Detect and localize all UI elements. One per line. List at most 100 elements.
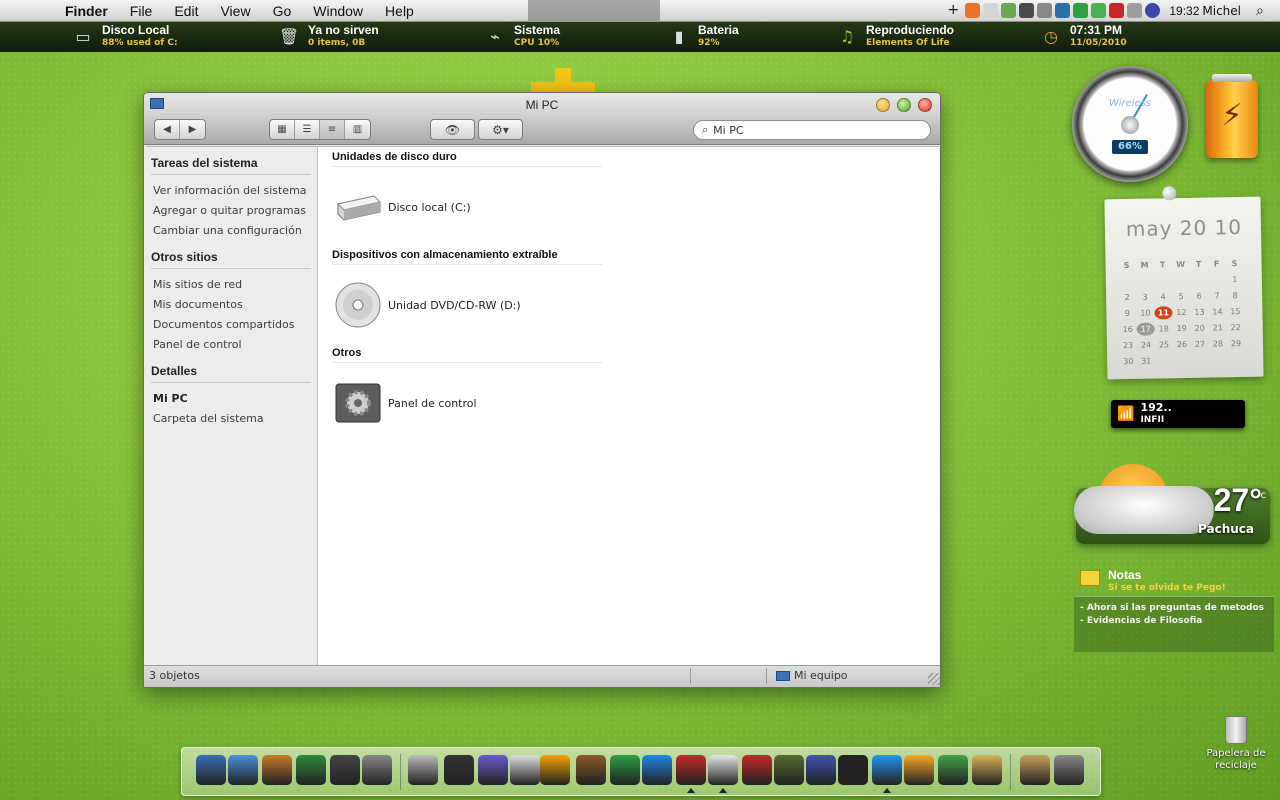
calendar-day[interactable]: 27 (1191, 338, 1209, 351)
chrome-icon[interactable] (610, 755, 640, 785)
calendar-day[interactable]: 5 (1172, 290, 1190, 303)
sidebar-item-network[interactable]: Mis sitios de red (151, 278, 311, 298)
sidebar-item-change-setting[interactable]: Cambiar una configuración (151, 224, 311, 244)
calendar-day[interactable]: 31 (1137, 355, 1155, 368)
safari-icon[interactable] (642, 755, 672, 785)
quick-look-eye-icon[interactable]: 👁 (431, 120, 474, 139)
gear-app-icon[interactable] (362, 755, 392, 785)
tray-red-icon[interactable] (1109, 3, 1125, 18)
drive-c[interactable]: Disco local (C:) (332, 167, 927, 247)
calendar-day[interactable]: 16 (1119, 323, 1137, 336)
close-button[interactable] (918, 98, 932, 112)
status-clock[interactable]: ◷ 07:31 PM 11/05/2010 (1040, 23, 1127, 49)
thermometer-icon[interactable] (408, 755, 438, 785)
wireless-gauge-widget[interactable]: Wireless 66% (1072, 66, 1188, 182)
squirrel-icon[interactable] (576, 755, 606, 785)
wifi-icon[interactable] (708, 755, 738, 785)
calendar-day[interactable]: 29 (1227, 337, 1245, 350)
sidebar-item-shared-documents[interactable]: Documentos compartidos (151, 318, 311, 338)
filmstrip-view-button[interactable]: ▥ (345, 120, 370, 139)
calendar-widget[interactable]: may 20 10 S M T W T F S 1 2 3 4 5 6 7 8 9 10 11 12 13 14 15 16… (1104, 186, 1264, 380)
calendar-day[interactable]: 6 (1190, 290, 1208, 303)
forward-button[interactable]: ▶ (180, 120, 205, 139)
alien-icon[interactable] (774, 755, 804, 785)
tray-network-icon[interactable] (1001, 3, 1017, 18)
clapperboard-icon[interactable] (444, 755, 474, 785)
box-icon[interactable] (972, 755, 1002, 785)
calendar-day[interactable]: 10 (1136, 307, 1154, 320)
calendar-day[interactable]: 17 (1136, 322, 1155, 336)
search-field[interactable]: ⌕ Mi PC (693, 120, 931, 140)
tray-monitor-icon[interactable] (1019, 3, 1035, 18)
drive-d[interactable]: Unidad DVD/CD-RW (D:) (332, 265, 927, 345)
icon-view-button[interactable]: ▦ (270, 120, 295, 139)
calendar-day[interactable]: 25 (1155, 338, 1173, 351)
maximize-button[interactable] (897, 98, 911, 112)
calendar-day[interactable]: 26 (1173, 338, 1191, 351)
weather-widget[interactable]: 27° c Pachuca (1074, 464, 1270, 544)
download-icon[interactable] (938, 755, 968, 785)
minimize-button[interactable] (876, 98, 890, 112)
calendar-day[interactable]: 24 (1137, 339, 1155, 352)
menubar-user[interactable]: Michel (1202, 4, 1241, 18)
tray-opera-icon[interactable] (1145, 3, 1161, 18)
notes-body[interactable]: - Ahora si las preguntas de metodos - Ev… (1074, 596, 1274, 652)
details-view-button[interactable]: ≡ (320, 120, 345, 139)
calendar-day[interactable]: 11 (1154, 306, 1173, 320)
calendar-day[interactable]: 13 (1190, 306, 1208, 319)
status-disk[interactable]: ▭ Disco Local 88% used of C: (72, 23, 177, 49)
sidebar-item-system-info[interactable]: Ver información del sistema (151, 184, 311, 204)
menu-window[interactable]: Window (302, 3, 374, 19)
calendar-day[interactable]: 21 (1209, 321, 1227, 334)
menu-view[interactable]: View (209, 3, 261, 19)
sidebar-item-documents[interactable]: Mis documentos (151, 298, 311, 318)
calendar-day[interactable]: 4 (1154, 290, 1172, 303)
photo-folder-icon[interactable] (904, 755, 934, 785)
calendar-day[interactable]: 3 (1136, 291, 1154, 304)
calendar-day[interactable]: 20 (1191, 322, 1209, 335)
calendar-day[interactable]: 1 (1226, 273, 1244, 286)
tray-window-icon[interactable] (1127, 3, 1143, 18)
messenger-icon[interactable] (872, 755, 902, 785)
search-input[interactable]: Mi PC (713, 124, 743, 137)
tray-antivirus-icon[interactable] (1055, 3, 1071, 18)
window-titlebar[interactable]: Mi PC (144, 93, 940, 117)
quill-icon[interactable] (838, 755, 868, 785)
plus-icon[interactable]: + (947, 3, 962, 18)
calendar-day[interactable]: 7 (1208, 289, 1226, 302)
wifi-info-widget[interactable]: 📶 192.. INFII (1111, 400, 1245, 428)
menubar-clock[interactable]: 19:32 (1169, 4, 1199, 18)
status-battery[interactable]: ▮ Bateria 92% (668, 23, 739, 49)
resize-grip[interactable] (928, 673, 940, 685)
can-icon[interactable] (676, 755, 706, 785)
control-panel-item[interactable]: Panel de control (332, 363, 927, 443)
red-bird-icon[interactable] (742, 755, 772, 785)
display-icon[interactable] (478, 755, 508, 785)
notes-widget[interactable]: Notas Si se te olvida te Pego! - Ahora s… (1074, 566, 1274, 652)
spotlight-search-icon[interactable]: ⌕ (1256, 3, 1274, 19)
sidebar-item-control-panel[interactable]: Panel de control (151, 338, 311, 358)
calendar-day[interactable]: 23 (1119, 339, 1137, 352)
tray-wifi-icon[interactable] (1037, 3, 1053, 18)
calendar-day[interactable]: 8 (1226, 289, 1244, 302)
calendar-day[interactable]: 28 (1209, 337, 1227, 350)
folder-green-icon[interactable] (296, 755, 326, 785)
battery-widget[interactable]: ⚡ (1206, 74, 1258, 158)
calendar-day[interactable]: 12 (1172, 306, 1190, 319)
finder-icon[interactable] (228, 755, 258, 785)
tray-app-icon[interactable] (983, 3, 999, 18)
tray-shield-icon[interactable] (1073, 3, 1089, 18)
java-icon[interactable] (965, 3, 981, 18)
list-view-button[interactable]: ☰ (295, 120, 320, 139)
notepad-icon[interactable] (510, 755, 540, 785)
monitor-icon[interactable] (196, 755, 226, 785)
sidebar-item-add-remove-programs[interactable]: Agregar o quitar programas (151, 204, 311, 224)
menu-go[interactable]: Go (262, 3, 303, 19)
calendar-day[interactable]: 2 (1118, 291, 1136, 304)
status-system[interactable]: ⌁ Sistema CPU 10% (484, 23, 560, 49)
package-icon[interactable] (1020, 755, 1050, 785)
calendar-day[interactable]: 15 (1226, 305, 1244, 318)
menu-app-finder[interactable]: Finder (54, 3, 119, 19)
gamepad-icon[interactable] (806, 755, 836, 785)
calendar-day[interactable]: 22 (1227, 321, 1245, 334)
